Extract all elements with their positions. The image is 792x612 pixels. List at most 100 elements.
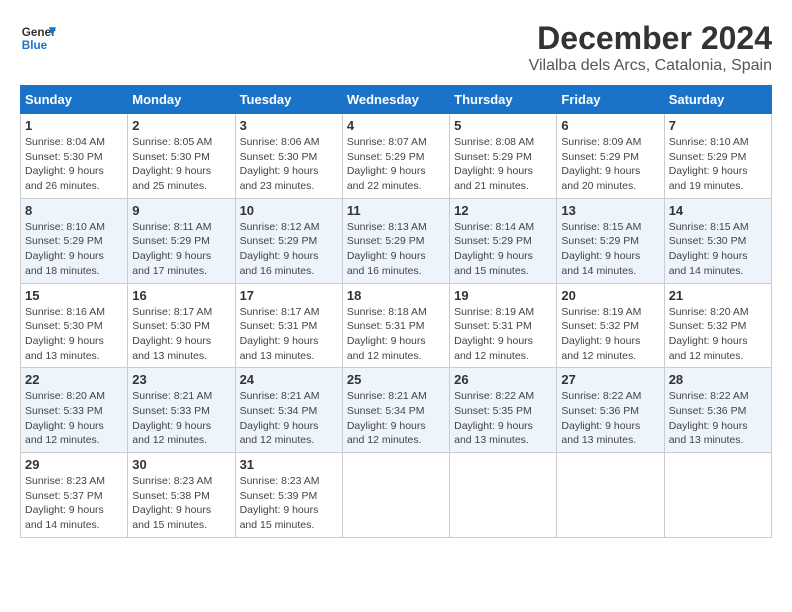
day-number: 22 bbox=[25, 372, 123, 387]
calendar-cell: 8 Sunrise: 8:10 AM Sunset: 5:29 PM Dayli… bbox=[21, 198, 128, 283]
calendar-cell: 28 Sunrise: 8:22 AM Sunset: 5:36 PM Dayl… bbox=[664, 368, 771, 453]
logo-icon: General Blue bbox=[20, 20, 56, 56]
day-number: 1 bbox=[25, 118, 123, 133]
day-info: Sunrise: 8:21 AM Sunset: 5:33 PM Dayligh… bbox=[132, 389, 230, 448]
day-info: Sunrise: 8:16 AM Sunset: 5:30 PM Dayligh… bbox=[25, 305, 123, 364]
calendar-cell bbox=[450, 453, 557, 538]
calendar-cell: 16 Sunrise: 8:17 AM Sunset: 5:30 PM Dayl… bbox=[128, 283, 235, 368]
calendar-cell: 25 Sunrise: 8:21 AM Sunset: 5:34 PM Dayl… bbox=[342, 368, 449, 453]
calendar-cell: 9 Sunrise: 8:11 AM Sunset: 5:29 PM Dayli… bbox=[128, 198, 235, 283]
calendar-cell: 26 Sunrise: 8:22 AM Sunset: 5:35 PM Dayl… bbox=[450, 368, 557, 453]
calendar-cell: 21 Sunrise: 8:20 AM Sunset: 5:32 PM Dayl… bbox=[664, 283, 771, 368]
calendar-cell bbox=[557, 453, 664, 538]
day-info: Sunrise: 8:04 AM Sunset: 5:30 PM Dayligh… bbox=[25, 135, 123, 194]
calendar-cell: 17 Sunrise: 8:17 AM Sunset: 5:31 PM Dayl… bbox=[235, 283, 342, 368]
day-info: Sunrise: 8:20 AM Sunset: 5:32 PM Dayligh… bbox=[669, 305, 767, 364]
calendar-cell: 27 Sunrise: 8:22 AM Sunset: 5:36 PM Dayl… bbox=[557, 368, 664, 453]
day-header-tuesday: Tuesday bbox=[235, 86, 342, 114]
calendar-cell: 31 Sunrise: 8:23 AM Sunset: 5:39 PM Dayl… bbox=[235, 453, 342, 538]
calendar-cell: 23 Sunrise: 8:21 AM Sunset: 5:33 PM Dayl… bbox=[128, 368, 235, 453]
day-number: 13 bbox=[561, 203, 659, 218]
calendar-cell: 12 Sunrise: 8:14 AM Sunset: 5:29 PM Dayl… bbox=[450, 198, 557, 283]
calendar-cell: 6 Sunrise: 8:09 AM Sunset: 5:29 PM Dayli… bbox=[557, 114, 664, 199]
day-number: 9 bbox=[132, 203, 230, 218]
calendar-cell: 24 Sunrise: 8:21 AM Sunset: 5:34 PM Dayl… bbox=[235, 368, 342, 453]
day-number: 25 bbox=[347, 372, 445, 387]
calendar-header-row: SundayMondayTuesdayWednesdayThursdayFrid… bbox=[21, 86, 772, 114]
day-info: Sunrise: 8:22 AM Sunset: 5:36 PM Dayligh… bbox=[669, 389, 767, 448]
day-info: Sunrise: 8:13 AM Sunset: 5:29 PM Dayligh… bbox=[347, 220, 445, 279]
day-info: Sunrise: 8:22 AM Sunset: 5:36 PM Dayligh… bbox=[561, 389, 659, 448]
day-number: 8 bbox=[25, 203, 123, 218]
day-info: Sunrise: 8:19 AM Sunset: 5:31 PM Dayligh… bbox=[454, 305, 552, 364]
day-info: Sunrise: 8:21 AM Sunset: 5:34 PM Dayligh… bbox=[347, 389, 445, 448]
subtitle: Vilalba dels Arcs, Catalonia, Spain bbox=[529, 57, 772, 75]
calendar-week-5: 29 Sunrise: 8:23 AM Sunset: 5:37 PM Dayl… bbox=[21, 453, 772, 538]
day-info: Sunrise: 8:17 AM Sunset: 5:30 PM Dayligh… bbox=[132, 305, 230, 364]
day-info: Sunrise: 8:23 AM Sunset: 5:39 PM Dayligh… bbox=[240, 474, 338, 533]
day-info: Sunrise: 8:18 AM Sunset: 5:31 PM Dayligh… bbox=[347, 305, 445, 364]
calendar-table: SundayMondayTuesdayWednesdayThursdayFrid… bbox=[20, 85, 772, 538]
day-number: 3 bbox=[240, 118, 338, 133]
calendar-cell: 2 Sunrise: 8:05 AM Sunset: 5:30 PM Dayli… bbox=[128, 114, 235, 199]
day-header-friday: Friday bbox=[557, 86, 664, 114]
day-number: 17 bbox=[240, 288, 338, 303]
day-number: 4 bbox=[347, 118, 445, 133]
day-info: Sunrise: 8:19 AM Sunset: 5:32 PM Dayligh… bbox=[561, 305, 659, 364]
calendar-cell: 22 Sunrise: 8:20 AM Sunset: 5:33 PM Dayl… bbox=[21, 368, 128, 453]
svg-text:Blue: Blue bbox=[22, 39, 48, 52]
day-info: Sunrise: 8:05 AM Sunset: 5:30 PM Dayligh… bbox=[132, 135, 230, 194]
day-number: 21 bbox=[669, 288, 767, 303]
calendar-week-1: 1 Sunrise: 8:04 AM Sunset: 5:30 PM Dayli… bbox=[21, 114, 772, 199]
main-title: December 2024 bbox=[529, 20, 772, 57]
calendar-cell: 7 Sunrise: 8:10 AM Sunset: 5:29 PM Dayli… bbox=[664, 114, 771, 199]
calendar-cell: 13 Sunrise: 8:15 AM Sunset: 5:29 PM Dayl… bbox=[557, 198, 664, 283]
day-number: 11 bbox=[347, 203, 445, 218]
day-header-sunday: Sunday bbox=[21, 86, 128, 114]
day-info: Sunrise: 8:11 AM Sunset: 5:29 PM Dayligh… bbox=[132, 220, 230, 279]
calendar-cell: 20 Sunrise: 8:19 AM Sunset: 5:32 PM Dayl… bbox=[557, 283, 664, 368]
day-number: 28 bbox=[669, 372, 767, 387]
day-header-monday: Monday bbox=[128, 86, 235, 114]
calendar-cell: 10 Sunrise: 8:12 AM Sunset: 5:29 PM Dayl… bbox=[235, 198, 342, 283]
day-number: 7 bbox=[669, 118, 767, 133]
day-number: 5 bbox=[454, 118, 552, 133]
calendar-week-4: 22 Sunrise: 8:20 AM Sunset: 5:33 PM Dayl… bbox=[21, 368, 772, 453]
calendar-cell bbox=[664, 453, 771, 538]
calendar-cell: 11 Sunrise: 8:13 AM Sunset: 5:29 PM Dayl… bbox=[342, 198, 449, 283]
day-number: 27 bbox=[561, 372, 659, 387]
day-number: 30 bbox=[132, 457, 230, 472]
calendar-cell: 29 Sunrise: 8:23 AM Sunset: 5:37 PM Dayl… bbox=[21, 453, 128, 538]
calendar-cell: 5 Sunrise: 8:08 AM Sunset: 5:29 PM Dayli… bbox=[450, 114, 557, 199]
day-number: 2 bbox=[132, 118, 230, 133]
day-info: Sunrise: 8:15 AM Sunset: 5:30 PM Dayligh… bbox=[669, 220, 767, 279]
day-header-wednesday: Wednesday bbox=[342, 86, 449, 114]
day-number: 31 bbox=[240, 457, 338, 472]
day-info: Sunrise: 8:23 AM Sunset: 5:37 PM Dayligh… bbox=[25, 474, 123, 533]
calendar-cell: 15 Sunrise: 8:16 AM Sunset: 5:30 PM Dayl… bbox=[21, 283, 128, 368]
day-number: 26 bbox=[454, 372, 552, 387]
day-header-saturday: Saturday bbox=[664, 86, 771, 114]
calendar-cell: 3 Sunrise: 8:06 AM Sunset: 5:30 PM Dayli… bbox=[235, 114, 342, 199]
page-header: General Blue December 2024 Vilalba dels … bbox=[20, 20, 772, 75]
day-info: Sunrise: 8:17 AM Sunset: 5:31 PM Dayligh… bbox=[240, 305, 338, 364]
day-number: 6 bbox=[561, 118, 659, 133]
day-info: Sunrise: 8:14 AM Sunset: 5:29 PM Dayligh… bbox=[454, 220, 552, 279]
day-number: 19 bbox=[454, 288, 552, 303]
day-number: 18 bbox=[347, 288, 445, 303]
day-info: Sunrise: 8:10 AM Sunset: 5:29 PM Dayligh… bbox=[669, 135, 767, 194]
day-number: 23 bbox=[132, 372, 230, 387]
calendar-week-3: 15 Sunrise: 8:16 AM Sunset: 5:30 PM Dayl… bbox=[21, 283, 772, 368]
day-info: Sunrise: 8:23 AM Sunset: 5:38 PM Dayligh… bbox=[132, 474, 230, 533]
logo: General Blue bbox=[20, 20, 56, 56]
title-block: December 2024 Vilalba dels Arcs, Catalon… bbox=[529, 20, 772, 75]
day-number: 10 bbox=[240, 203, 338, 218]
day-number: 24 bbox=[240, 372, 338, 387]
day-number: 29 bbox=[25, 457, 123, 472]
calendar-cell: 4 Sunrise: 8:07 AM Sunset: 5:29 PM Dayli… bbox=[342, 114, 449, 199]
day-number: 20 bbox=[561, 288, 659, 303]
day-info: Sunrise: 8:07 AM Sunset: 5:29 PM Dayligh… bbox=[347, 135, 445, 194]
day-info: Sunrise: 8:10 AM Sunset: 5:29 PM Dayligh… bbox=[25, 220, 123, 279]
calendar-week-2: 8 Sunrise: 8:10 AM Sunset: 5:29 PM Dayli… bbox=[21, 198, 772, 283]
day-number: 15 bbox=[25, 288, 123, 303]
